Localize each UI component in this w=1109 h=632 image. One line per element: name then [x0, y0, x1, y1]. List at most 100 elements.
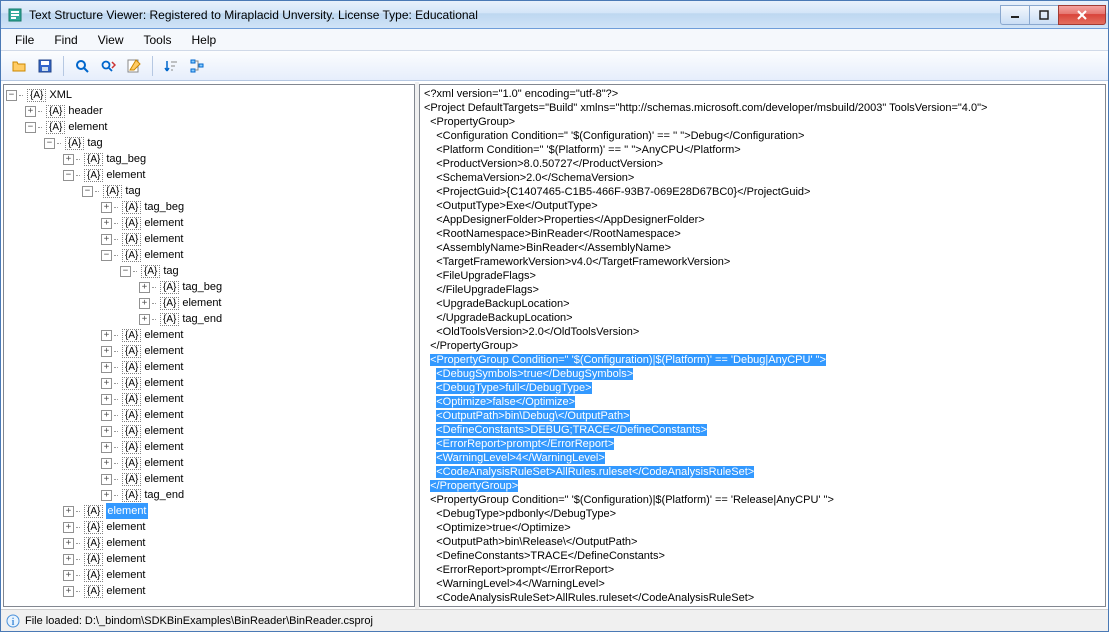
tree-toggle-icon[interactable]: +: [63, 554, 74, 565]
tree-toggle-icon[interactable]: +: [101, 346, 112, 357]
tree-node[interactable]: +{A}element: [6, 407, 412, 423]
toolbar: [1, 51, 1108, 81]
tree-node[interactable]: +{A}tag_beg: [6, 151, 412, 167]
tree-node[interactable]: +{A}element: [6, 567, 412, 583]
save-icon[interactable]: [33, 54, 57, 78]
find-next-icon[interactable]: [96, 54, 120, 78]
tree-node-type-badge: {A}: [122, 233, 141, 246]
edit-icon[interactable]: [122, 54, 146, 78]
tree-toggle-icon[interactable]: +: [101, 410, 112, 421]
tree-toggle-icon[interactable]: −: [44, 138, 55, 149]
tree-node[interactable]: +{A}element: [6, 439, 412, 455]
tree-toggle-icon[interactable]: +: [101, 378, 112, 389]
tree-toggle-icon[interactable]: +: [101, 442, 112, 453]
tree-toggle-icon[interactable]: +: [63, 506, 74, 517]
content-pane[interactable]: <?xml version="1.0" encoding="utf-8"?> <…: [419, 84, 1106, 607]
tree-toggle-icon[interactable]: +: [101, 474, 112, 485]
tree-node[interactable]: +{A}element: [6, 391, 412, 407]
info-icon: i: [5, 613, 21, 629]
structure-icon[interactable]: [185, 54, 209, 78]
sort-icon[interactable]: [159, 54, 183, 78]
tree-node[interactable]: −{A}tag: [6, 263, 412, 279]
tree-toggle-icon[interactable]: +: [101, 490, 112, 501]
tree-toggle-icon[interactable]: −: [6, 90, 17, 101]
tree-toggle-icon[interactable]: +: [139, 298, 150, 309]
window-title: Text Structure Viewer: Registered to Mir…: [29, 8, 1001, 22]
menu-file[interactable]: File: [5, 31, 44, 49]
tree-node[interactable]: +{A}element: [6, 583, 412, 599]
tree-toggle-icon[interactable]: +: [63, 586, 74, 597]
titlebar[interactable]: Text Structure Viewer: Registered to Mir…: [1, 1, 1108, 29]
tree-node[interactable]: −{A}tag: [6, 183, 412, 199]
tree-node[interactable]: +{A}tag_beg: [6, 199, 412, 215]
tree-node[interactable]: −{A}tag: [6, 135, 412, 151]
tree-node[interactable]: −{A}element: [6, 167, 412, 183]
tree-node[interactable]: +{A}tag_end: [6, 487, 412, 503]
tree-toggle-icon[interactable]: +: [63, 522, 74, 533]
tree-toggle-icon[interactable]: +: [139, 282, 150, 293]
tree-toggle-icon[interactable]: −: [120, 266, 131, 277]
tree-toggle-icon[interactable]: +: [101, 458, 112, 469]
tree-toggle-icon[interactable]: −: [63, 170, 74, 181]
tree-node-type-badge: {A}: [160, 297, 179, 310]
tree-toggle-icon[interactable]: +: [101, 330, 112, 341]
tree-node[interactable]: +{A}element: [6, 551, 412, 567]
tree-node[interactable]: −{A}element: [6, 119, 412, 135]
tree-node[interactable]: +{A}element: [6, 327, 412, 343]
tree-toggle-icon[interactable]: +: [63, 538, 74, 549]
close-button[interactable]: [1058, 5, 1106, 25]
tree-node-type-badge: {A}: [46, 105, 65, 118]
tree-toggle-icon[interactable]: +: [25, 106, 36, 117]
tree-node-label: element: [106, 551, 145, 567]
menu-find[interactable]: Find: [44, 31, 87, 49]
tree-toggle-icon[interactable]: −: [82, 186, 93, 197]
find-icon[interactable]: [70, 54, 94, 78]
tree-toggle-icon[interactable]: +: [101, 218, 112, 229]
tree-node[interactable]: + {A}element: [6, 231, 412, 247]
tree-toggle-icon[interactable]: +: [139, 314, 150, 325]
minimize-button[interactable]: [1000, 5, 1030, 25]
tree-node[interactable]: +{A}element: [6, 359, 412, 375]
tree-node[interactable]: +{A}element: [6, 215, 412, 231]
tree-toggle-icon[interactable]: −: [25, 122, 36, 133]
tree-node-label: element: [144, 231, 183, 247]
tree-node[interactable]: +{A}element: [6, 471, 412, 487]
tree-node-type-badge: {A}: [122, 473, 141, 486]
tree-toggle-icon[interactable]: +: [101, 362, 112, 373]
tree-node[interactable]: +{A}element: [6, 423, 412, 439]
svg-text:i: i: [12, 617, 15, 628]
tree-view[interactable]: −{A}XML+{A}header−{A}element−{A}tag+{A}t…: [6, 87, 412, 599]
menu-help[interactable]: Help: [182, 31, 227, 49]
tree-node-type-badge: {A}: [84, 585, 103, 598]
open-file-icon[interactable]: [7, 54, 31, 78]
tree-toggle-icon[interactable]: +: [101, 234, 112, 245]
tree-node[interactable]: +{A}element: [6, 535, 412, 551]
tree-toggle-icon[interactable]: +: [101, 394, 112, 405]
tree-toggle-icon[interactable]: +: [63, 154, 74, 165]
tree-node[interactable]: −{A}element: [6, 247, 412, 263]
tree-toggle-icon[interactable]: −: [101, 250, 112, 261]
tree-node[interactable]: +{A}element: [6, 519, 412, 535]
tree-node[interactable]: +{A}tag_end: [6, 311, 412, 327]
tree-node[interactable]: +{A}element: [6, 343, 412, 359]
tree-node-label: element: [144, 327, 183, 343]
tree-node-label: header: [68, 103, 102, 119]
maximize-button[interactable]: [1029, 5, 1059, 25]
tree-node[interactable]: +{A}element: [6, 455, 412, 471]
tree-node-type-badge: {A}: [84, 537, 103, 550]
tree-node[interactable]: −{A}XML: [6, 87, 412, 103]
tree-node[interactable]: +{A}tag_beg: [6, 279, 412, 295]
tree-pane[interactable]: −{A}XML+{A}header−{A}element−{A}tag+{A}t…: [3, 84, 415, 607]
tree-toggle-icon[interactable]: +: [101, 202, 112, 213]
tree-toggle-icon[interactable]: +: [63, 570, 74, 581]
tree-node-label: element: [144, 455, 183, 471]
tree-node[interactable]: +{A}element: [6, 503, 412, 519]
menu-view[interactable]: View: [88, 31, 134, 49]
tree-node[interactable]: +{A}element: [6, 295, 412, 311]
tree-toggle-icon[interactable]: +: [101, 426, 112, 437]
tree-node[interactable]: + {A}header: [6, 103, 412, 119]
menu-tools[interactable]: Tools: [133, 31, 181, 49]
tree-node-label: tag_beg: [144, 199, 184, 215]
tree-node-type-badge: {A}: [122, 393, 141, 406]
tree-node[interactable]: +{A}element: [6, 375, 412, 391]
